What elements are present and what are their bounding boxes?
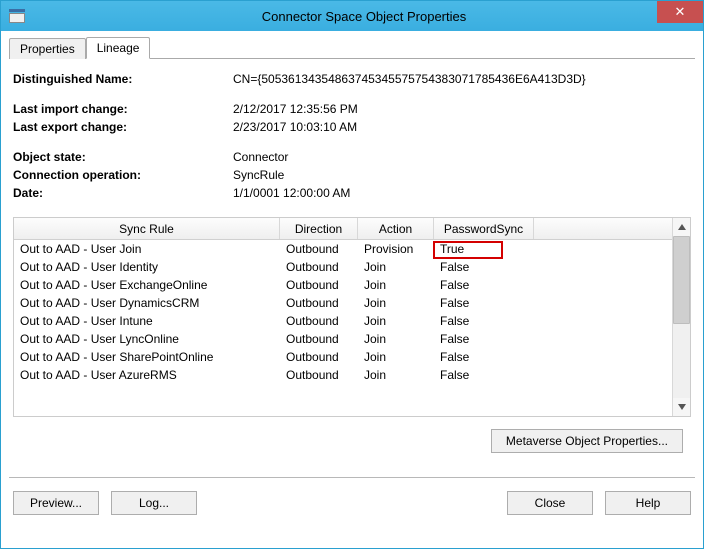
last-export-value: 2/23/2017 10:03:10 AM xyxy=(233,119,695,135)
cell-direction: Outbound xyxy=(280,242,358,256)
list-body: Out to AAD - User JoinOutboundProvisionT… xyxy=(14,240,672,416)
cell-sync-rule: Out to AAD - User LyncOnline xyxy=(14,332,280,346)
cell-action: Join xyxy=(358,314,434,328)
cell-password-sync: False xyxy=(434,350,534,364)
table-row[interactable]: Out to AAD - User AzureRMSOutboundJoinFa… xyxy=(14,366,672,384)
close-window-button[interactable]: ✕ xyxy=(657,1,703,23)
cell-password-sync: True xyxy=(434,242,534,256)
dn-value: CN={505361343548637453455757543830717854… xyxy=(233,71,695,87)
cell-direction: Outbound xyxy=(280,278,358,292)
scrollbar-track[interactable] xyxy=(673,324,690,398)
cell-direction: Outbound xyxy=(280,260,358,274)
cell-action: Provision xyxy=(358,242,434,256)
close-icon: ✕ xyxy=(675,4,686,20)
metaverse-properties-button[interactable]: Metaverse Object Properties... xyxy=(491,429,683,453)
object-state-label: Object state: xyxy=(13,149,233,165)
window-icon xyxy=(9,9,25,23)
cell-sync-rule: Out to AAD - User SharePointOnline xyxy=(14,350,280,364)
cell-direction: Outbound xyxy=(280,350,358,364)
cell-action: Join xyxy=(358,278,434,292)
dialog-footer: Preview... Log... Close Help xyxy=(13,491,691,515)
separator xyxy=(9,477,695,479)
col-header-sync-rule[interactable]: Sync Rule xyxy=(14,218,280,239)
tab-lineage[interactable]: Lineage xyxy=(86,37,151,59)
cell-direction: Outbound xyxy=(280,368,358,382)
close-button[interactable]: Close xyxy=(507,491,593,515)
table-row[interactable]: Out to AAD - User IntuneOutboundJoinFals… xyxy=(14,312,672,330)
cell-action: Join xyxy=(358,332,434,346)
cell-action: Join xyxy=(358,350,434,364)
cell-sync-rule: Out to AAD - User Join xyxy=(14,242,280,256)
last-export-label: Last export change: xyxy=(13,119,233,135)
cell-sync-rule: Out to AAD - User AzureRMS xyxy=(14,368,280,382)
cell-password-sync: False xyxy=(434,296,534,310)
tab-properties[interactable]: Properties xyxy=(9,38,86,59)
last-import-label: Last import change: xyxy=(13,101,233,117)
dn-label: Distinguished Name: xyxy=(13,71,233,87)
last-import-value: 2/12/2017 12:35:56 PM xyxy=(233,101,695,117)
scroll-down-icon[interactable] xyxy=(673,398,690,416)
preview-button[interactable]: Preview... xyxy=(13,491,99,515)
col-header-action[interactable]: Action xyxy=(358,218,434,239)
vertical-scrollbar[interactable] xyxy=(672,218,690,416)
table-row[interactable]: Out to AAD - User ExchangeOnlineOutbound… xyxy=(14,276,672,294)
tab-strip: Properties Lineage xyxy=(9,37,695,59)
help-button[interactable]: Help xyxy=(605,491,691,515)
cell-sync-rule: Out to AAD - User Intune xyxy=(14,314,280,328)
object-state-value: Connector xyxy=(233,149,695,165)
connection-operation-label: Connection operation: xyxy=(13,167,233,183)
cell-sync-rule: Out to AAD - User Identity xyxy=(14,260,280,274)
cell-password-sync: False xyxy=(434,278,534,292)
col-header-password-sync[interactable]: PasswordSync xyxy=(434,218,534,239)
scroll-up-icon[interactable] xyxy=(673,218,690,236)
sync-rule-list[interactable]: Sync Rule Direction Action PasswordSync … xyxy=(13,217,691,417)
col-header-direction[interactable]: Direction xyxy=(280,218,358,239)
log-button[interactable]: Log... xyxy=(111,491,197,515)
lineage-panel: Distinguished Name: CN={5053613435486374… xyxy=(9,59,695,453)
cell-direction: Outbound xyxy=(280,314,358,328)
cell-action: Join xyxy=(358,368,434,382)
title-bar: Connector Space Object Properties ✕ xyxy=(1,1,703,31)
connection-operation-value: SyncRule xyxy=(233,167,695,183)
cell-sync-rule: Out to AAD - User ExchangeOnline xyxy=(14,278,280,292)
cell-action: Join xyxy=(358,296,434,310)
scrollbar-thumb[interactable] xyxy=(673,236,690,324)
cell-password-sync: False xyxy=(434,368,534,382)
table-row[interactable]: Out to AAD - User IdentityOutboundJoinFa… xyxy=(14,258,672,276)
table-row[interactable]: Out to AAD - User LyncOnlineOutboundJoin… xyxy=(14,330,672,348)
cell-action: Join xyxy=(358,260,434,274)
cell-password-sync: False xyxy=(434,260,534,274)
cell-sync-rule: Out to AAD - User DynamicsCRM xyxy=(14,296,280,310)
table-row[interactable]: Out to AAD - User SharePointOnlineOutbou… xyxy=(14,348,672,366)
window-title: Connector Space Object Properties xyxy=(25,9,703,24)
cell-password-sync: False xyxy=(434,332,534,346)
table-row[interactable]: Out to AAD - User JoinOutboundProvisionT… xyxy=(14,240,672,258)
list-header: Sync Rule Direction Action PasswordSync xyxy=(14,218,672,240)
cell-password-sync: False xyxy=(434,314,534,328)
cell-direction: Outbound xyxy=(280,332,358,346)
date-label: Date: xyxy=(13,185,233,201)
cell-direction: Outbound xyxy=(280,296,358,310)
table-row[interactable]: Out to AAD - User DynamicsCRMOutboundJoi… xyxy=(14,294,672,312)
date-value: 1/1/0001 12:00:00 AM xyxy=(233,185,695,201)
